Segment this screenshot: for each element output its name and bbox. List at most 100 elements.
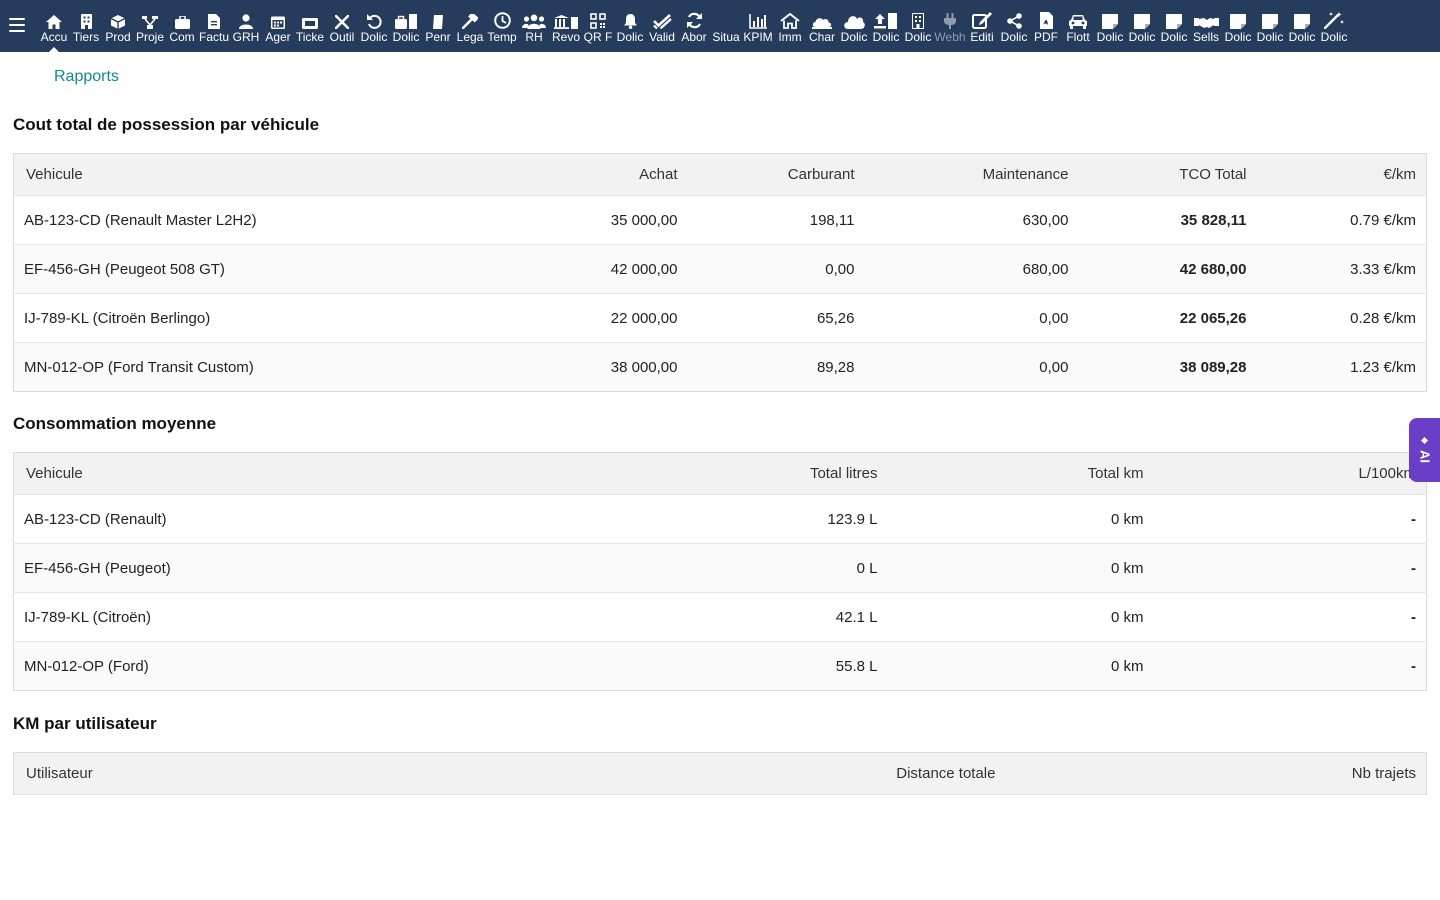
nav-item-39[interactable]: Dolic — [1286, 0, 1318, 52]
tco-cell-km: 0.28 €/km — [1256, 293, 1427, 343]
cloud-icon — [843, 11, 865, 29]
nav-item-10[interactable]: Dolic — [358, 0, 390, 52]
nav-item-33[interactable]: Dolic — [1094, 0, 1126, 52]
user-icon — [239, 11, 253, 29]
nav-item-label: Accu — [40, 30, 68, 44]
tco-cell-vehicule: MN-012-OP (Ford Transit Custom) — [13, 342, 517, 392]
conso-col-total-litres[interactable]: Total litres — [616, 452, 888, 495]
nav-item-22[interactable]: KPIM — [742, 0, 774, 52]
nav-item-37[interactable]: Dolic — [1222, 0, 1254, 52]
nav-item-11[interactable]: Dolic — [390, 0, 422, 52]
tco-col-tco-total[interactable]: TCO Total — [1078, 153, 1257, 196]
nav-item-15[interactable]: RH — [518, 0, 550, 52]
nav-item-27[interactable]: Dolic — [902, 0, 934, 52]
plug-icon — [944, 11, 956, 29]
conso-cell-vehicule: AB-123-CD (Renault) — [13, 494, 617, 544]
conso-cell-total-litres: 42.1 L — [616, 592, 888, 642]
nav-item-29[interactable]: Editi — [966, 0, 998, 52]
nav-item-8[interactable]: Ticke — [294, 0, 326, 52]
nav-item-30[interactable]: Dolic — [998, 0, 1030, 52]
home-icon — [46, 11, 62, 29]
conso-table-row[interactable]: IJ-789-KL (Citroën) 42.1 L0 km - — [13, 592, 1427, 642]
tco-table-row[interactable]: EF-456-GH (Peugeot 508 GT) 42 000,00 0,00 6… — [13, 244, 1427, 294]
car-icon — [1068, 11, 1088, 29]
nav-item-13[interactable]: Lega — [454, 0, 486, 52]
gavel-icon — [433, 11, 443, 29]
nav-item-7[interactable]: Ager — [262, 0, 294, 52]
conso-table-row[interactable]: EF-456-GH (Peugeot) 0 L0 km - — [13, 543, 1427, 593]
nav-item-label: Dolic — [872, 30, 900, 44]
nav-item-17[interactable]: QR F — [582, 0, 614, 52]
tco-col-eur-km[interactable]: €/km — [1256, 153, 1427, 196]
nav-item-label: Ticke — [295, 30, 325, 44]
tco-table-body: AB-123-CD (Renault Master L2H2) 35 000,00… — [13, 195, 1427, 392]
conso-col-l-100km[interactable]: L/100km — [1153, 452, 1427, 495]
tco-col-vehicule[interactable]: Vehicule — [13, 153, 517, 196]
nav-item-32[interactable]: Flott — [1062, 0, 1094, 52]
conso-cell-total-litres: 123.9 L — [616, 494, 888, 544]
km-col-utilisateur[interactable]: Utilisateur — [13, 752, 612, 795]
note-icon — [1102, 11, 1118, 29]
ai-assistant-tab[interactable]: AI — [1409, 418, 1440, 482]
note-icon — [1294, 11, 1310, 29]
nav-item-9[interactable]: Outil — [326, 0, 358, 52]
nav-item-18[interactable]: Dolic — [614, 0, 646, 52]
nav-item-2[interactable]: Prod — [102, 0, 134, 52]
tco-cell-tco-total: 22 065,26 — [1078, 293, 1257, 343]
tco-cell-carburant: 0,00 — [687, 244, 865, 294]
conso-table-row[interactable]: AB-123-CD (Renault) 123.9 L0 km - — [13, 494, 1427, 544]
hamburger-menu-icon[interactable] — [9, 18, 25, 32]
nav-item-label: Valid — [649, 30, 675, 44]
nav-item-24[interactable]: Char — [806, 0, 838, 52]
nav-item-34[interactable]: Dolic — [1126, 0, 1158, 52]
tco-table-row[interactable]: MN-012-OP (Ford Transit Custom) 38 000,00… — [13, 342, 1427, 392]
note-icon — [1230, 11, 1246, 29]
nav-item-12[interactable]: Penr — [422, 0, 454, 52]
nav-item-label: Lega — [456, 30, 484, 44]
nav-item-16[interactable]: Revo — [550, 0, 582, 52]
tco-table-row[interactable]: AB-123-CD (Renault Master L2H2) 35 000,00… — [13, 195, 1427, 245]
nav-item-36[interactable]: Sells — [1190, 0, 1222, 52]
nav-item-31[interactable]: PDF — [1030, 0, 1062, 52]
nav-item-38[interactable]: Dolic — [1254, 0, 1286, 52]
nav-item-35[interactable]: Dolic — [1158, 0, 1190, 52]
tco-col-carburant[interactable]: Carburant — [687, 153, 865, 196]
nav-item-label: Dolic — [904, 30, 932, 44]
nav-item-label: Editi — [970, 30, 994, 44]
km-col-distance-totale[interactable]: Distance totale — [611, 752, 1006, 795]
nav-item-19[interactable]: Valid — [646, 0, 678, 52]
office-icon — [912, 11, 924, 29]
nav-item-28[interactable]: Webh — [934, 0, 966, 52]
clock-icon — [493, 11, 511, 29]
tco-cell-tco-total: 38 089,28 — [1078, 342, 1257, 392]
nav-item-6[interactable]: GRH — [230, 0, 262, 52]
conso-col-total-km[interactable]: Total km — [887, 452, 1154, 495]
nav-item-40[interactable]: Dolic — [1318, 0, 1350, 52]
tco-table-row[interactable]: IJ-789-KL (Citroën Berlingo) 22 000,00 65,… — [13, 293, 1427, 343]
conso-cell-l-100km: - — [1153, 641, 1427, 691]
tco-col-maintenance[interactable]: Maintenance — [864, 153, 1079, 196]
nav-item-3[interactable]: Proje — [134, 0, 166, 52]
tco-col-achat[interactable]: Achat — [516, 153, 688, 196]
nav-item-20[interactable]: Abor — [678, 0, 710, 52]
nav-item-23[interactable]: Imm — [774, 0, 806, 52]
breadcrumb-rapports-link[interactable]: Rapports — [54, 68, 119, 86]
nav-item-4[interactable]: Com — [166, 0, 198, 52]
conso-col-vehicule[interactable]: Vehicule — [13, 452, 617, 495]
conso-header-row: Vehicule Total litres Total km L/100km — [13, 452, 1427, 495]
nav-item-14[interactable]: Temp — [486, 0, 518, 52]
nav-item-1[interactable]: Tiers — [70, 0, 102, 52]
nav-item-21[interactable]: Situa — [710, 0, 742, 52]
conso-table-row[interactable]: MN-012-OP (Ford) 55.8 L0 km - — [13, 641, 1427, 691]
handshake-icon — [1193, 11, 1219, 29]
nav-item-0[interactable]: Accu — [38, 0, 70, 52]
conso-cell-total-km: 0 km — [887, 494, 1154, 544]
nav-item-label: Outil — [329, 30, 355, 44]
nav-item-26[interactable]: Dolic — [870, 0, 902, 52]
tco-cell-carburant: 198,11 — [687, 195, 865, 245]
km-col-nb-trajets[interactable]: Nb trajets — [1005, 752, 1427, 795]
nav-item-5[interactable]: Factu — [198, 0, 230, 52]
tco-cell-tco-total: 42 680,00 — [1078, 244, 1257, 294]
tco-cell-carburant: 65,26 — [687, 293, 865, 343]
nav-item-25[interactable]: Dolic — [838, 0, 870, 52]
